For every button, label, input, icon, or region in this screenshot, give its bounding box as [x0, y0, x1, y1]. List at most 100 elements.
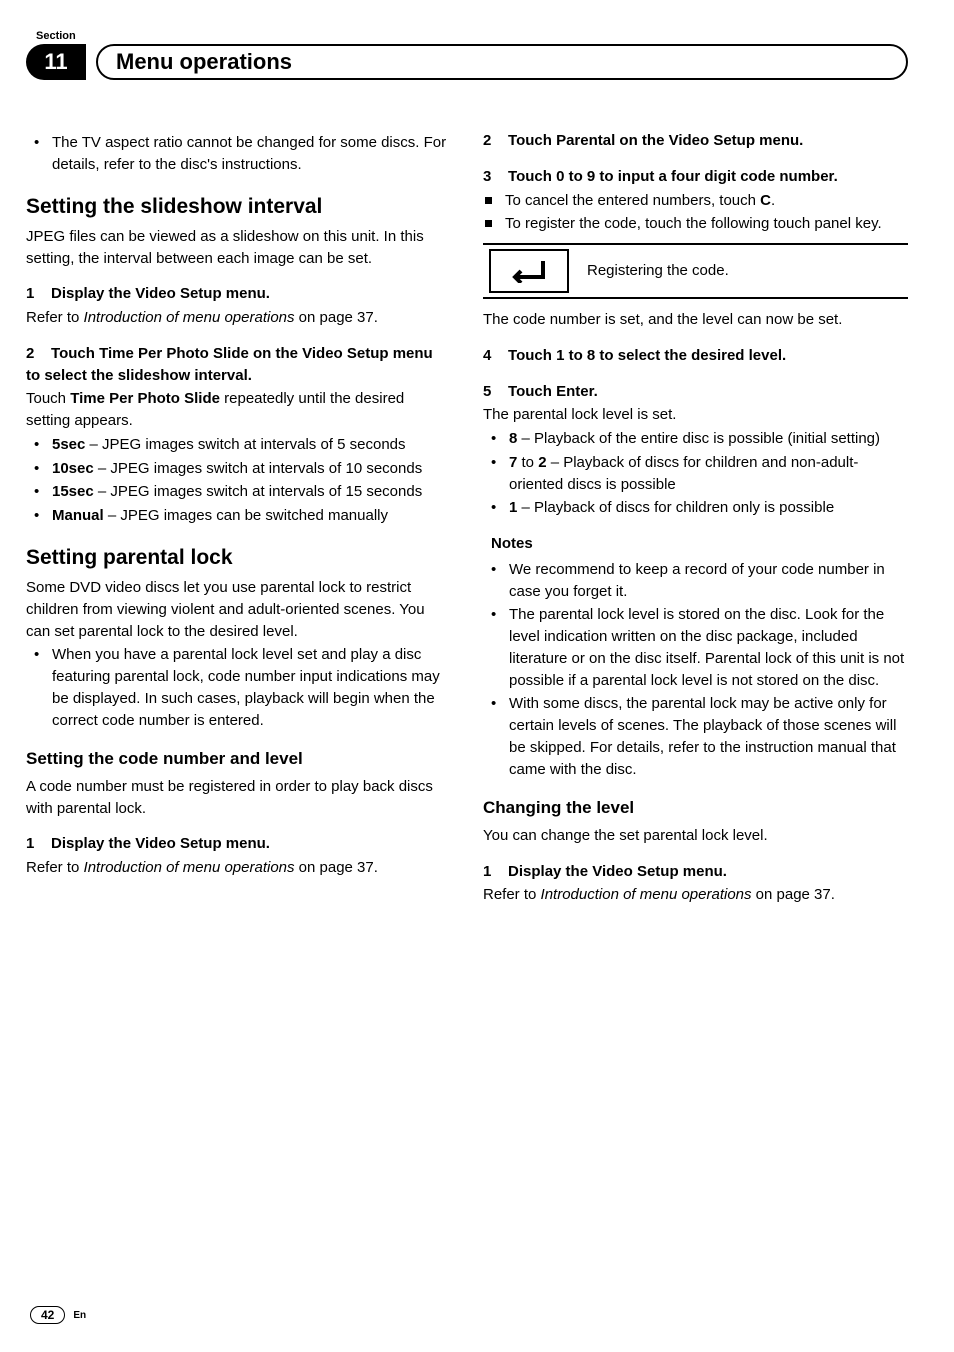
- bold-term: Time Per Photo Slide: [70, 390, 220, 407]
- text: on page 37.: [295, 309, 378, 326]
- ref-italic: Introduction of menu operations: [84, 859, 295, 876]
- parental-bullet-list: When you have a parental lock level set …: [26, 644, 451, 731]
- parental-step-4: 4 Touch 1 to 8 to select the desired lev…: [483, 345, 908, 367]
- chapter-title-container: Menu operations: [96, 44, 908, 80]
- notes-list: We recommend to keep a record of your co…: [483, 559, 908, 781]
- step-number: 1: [483, 863, 491, 880]
- parental-intro: Some DVD video discs let you use parenta…: [26, 577, 451, 642]
- slideshow-intro: JPEG files can be viewed as a slideshow …: [26, 226, 451, 270]
- option-item: Manual – JPEG images can be switched man…: [26, 505, 451, 527]
- content-columns: The TV aspect ratio cannot be changed fo…: [26, 130, 908, 908]
- option-item: 15sec – JPEG images switch at intervals …: [26, 481, 451, 503]
- enter-arrow-icon: [507, 259, 551, 283]
- step-number: 5: [483, 383, 491, 400]
- left-column: The TV aspect ratio cannot be changed fo…: [26, 130, 451, 908]
- step5-body: The parental lock level is set.: [483, 404, 908, 426]
- text: Touch: [26, 390, 70, 407]
- chapter-header: 11 Menu operations: [26, 44, 908, 80]
- step3-square-list: To cancel the entered numbers, touch C. …: [483, 190, 908, 236]
- square-item: To register the code, touch the followin…: [483, 213, 908, 235]
- level-item: 8 – Playback of the entire disc is possi…: [483, 428, 908, 450]
- option-desc: – JPEG images can be switched manually: [104, 507, 388, 524]
- step-title: Touch Enter.: [508, 383, 598, 400]
- option-desc: – JPEG images switch at intervals of 15 …: [94, 483, 422, 500]
- heading-parental: Setting parental lock: [26, 545, 451, 571]
- changing-intro: You can change the set parental lock lev…: [483, 825, 908, 847]
- level-desc: – Playback of the entire disc is possibl…: [517, 430, 880, 447]
- text: on page 37.: [752, 886, 835, 903]
- level-key2: 2: [538, 454, 546, 471]
- heading-code-level: Setting the code number and level: [26, 747, 451, 772]
- after-key-text: The code number is set, and the level ca…: [483, 309, 908, 331]
- step-title: Touch 1 to 8 to select the desired level…: [508, 347, 786, 364]
- heading-slideshow: Setting the slideshow interval: [26, 194, 451, 220]
- level-desc: – Playback of discs for children only is…: [517, 499, 834, 516]
- step-body: Refer to Introduction of menu operations…: [26, 307, 451, 329]
- bold-key: C: [760, 192, 771, 209]
- level-options: 8 – Playback of the entire disc is possi…: [483, 428, 908, 519]
- step-number: 1: [26, 285, 34, 302]
- text: Refer to: [483, 886, 541, 903]
- step-number: 4: [483, 347, 491, 364]
- option-key: 10sec: [52, 460, 94, 477]
- text: Refer to: [26, 859, 84, 876]
- touch-key-table: Registering the code.: [483, 243, 908, 299]
- step-number: 1: [26, 835, 34, 852]
- note-item: We recommend to keep a record of your co…: [483, 559, 908, 603]
- square-item: To cancel the entered numbers, touch C.: [483, 190, 908, 212]
- step-body: Touch Time Per Photo Slide repeatedly un…: [26, 388, 451, 432]
- option-key: Manual: [52, 507, 104, 524]
- text: To cancel the entered numbers, touch: [505, 192, 760, 209]
- level-item: 1 – Playback of discs for children only …: [483, 497, 908, 519]
- option-item: 5sec – JPEG images switch at intervals o…: [26, 434, 451, 456]
- ref-italic: Introduction of menu operations: [541, 886, 752, 903]
- step-title: Display the Video Setup menu.: [508, 863, 727, 880]
- level-desc: – Playback of discs for children and non…: [509, 454, 858, 493]
- manual-page: Section 11 Menu operations The TV aspect…: [0, 0, 954, 1352]
- step-body: Refer to Introduction of menu operations…: [483, 884, 908, 906]
- parental-step-1: 1 Display the Video Setup menu.: [26, 833, 451, 855]
- text: .: [771, 192, 775, 209]
- parental-bullet-item: When you have a parental lock level set …: [26, 644, 451, 731]
- step-number: 2: [483, 132, 491, 149]
- step-number: 2: [26, 345, 34, 362]
- code-level-intro: A code number must be registered in orde…: [26, 776, 451, 820]
- touch-key-cell: [483, 245, 575, 297]
- step-title: Display the Video Setup menu.: [51, 835, 270, 852]
- page-footer: 42 En: [30, 1306, 86, 1324]
- option-item: 10sec – JPEG images switch at intervals …: [26, 458, 451, 480]
- slideshow-step-2: 2 Touch Time Per Photo Slide on the Vide…: [26, 343, 451, 387]
- slideshow-step-1: 1 Display the Video Setup menu.: [26, 283, 451, 305]
- option-key: 15sec: [52, 483, 94, 500]
- text: on page 37.: [295, 859, 378, 876]
- note-item: With some discs, the parental lock may b…: [483, 693, 908, 780]
- touch-key-desc: Registering the code.: [575, 245, 908, 297]
- ref-italic: Introduction of menu operations: [84, 309, 295, 326]
- chapter-title: Menu operations: [116, 49, 292, 75]
- enter-key-icon: [489, 249, 569, 293]
- option-desc: – JPEG images switch at intervals of 10 …: [94, 460, 422, 477]
- step-title: Touch 0 to 9 to input a four digit code …: [508, 168, 838, 185]
- step-title: Touch Time Per Photo Slide on the Video …: [26, 345, 433, 384]
- parental-step-3: 3 Touch 0 to 9 to input a four digit cod…: [483, 166, 908, 188]
- notes-heading: Notes: [491, 533, 908, 555]
- page-language: En: [73, 1310, 86, 1321]
- parental-step-2: 2 Touch Parental on the Video Setup menu…: [483, 130, 908, 152]
- step-number: 3: [483, 168, 491, 185]
- step-title: Display the Video Setup menu.: [51, 285, 270, 302]
- section-label: Section: [36, 30, 908, 42]
- changing-step-1: 1 Display the Video Setup menu.: [483, 861, 908, 883]
- parental-step-5: 5 Touch Enter.: [483, 381, 908, 403]
- step-body: Refer to Introduction of menu operations…: [26, 857, 451, 879]
- chapter-number-badge: 11: [26, 44, 86, 80]
- option-desc: – JPEG images switch at intervals of 5 s…: [85, 436, 405, 453]
- heading-changing-level: Changing the level: [483, 796, 908, 821]
- note-item: The parental lock level is stored on the…: [483, 604, 908, 691]
- text: Refer to: [26, 309, 84, 326]
- slideshow-options: 5sec – JPEG images switch at intervals o…: [26, 434, 451, 527]
- intro-bullet-list: The TV aspect ratio cannot be changed fo…: [26, 132, 451, 176]
- text: to: [517, 454, 538, 471]
- option-key: 5sec: [52, 436, 85, 453]
- intro-bullet-item: The TV aspect ratio cannot be changed fo…: [26, 132, 451, 176]
- step-title: Touch Parental on the Video Setup menu.: [508, 132, 803, 149]
